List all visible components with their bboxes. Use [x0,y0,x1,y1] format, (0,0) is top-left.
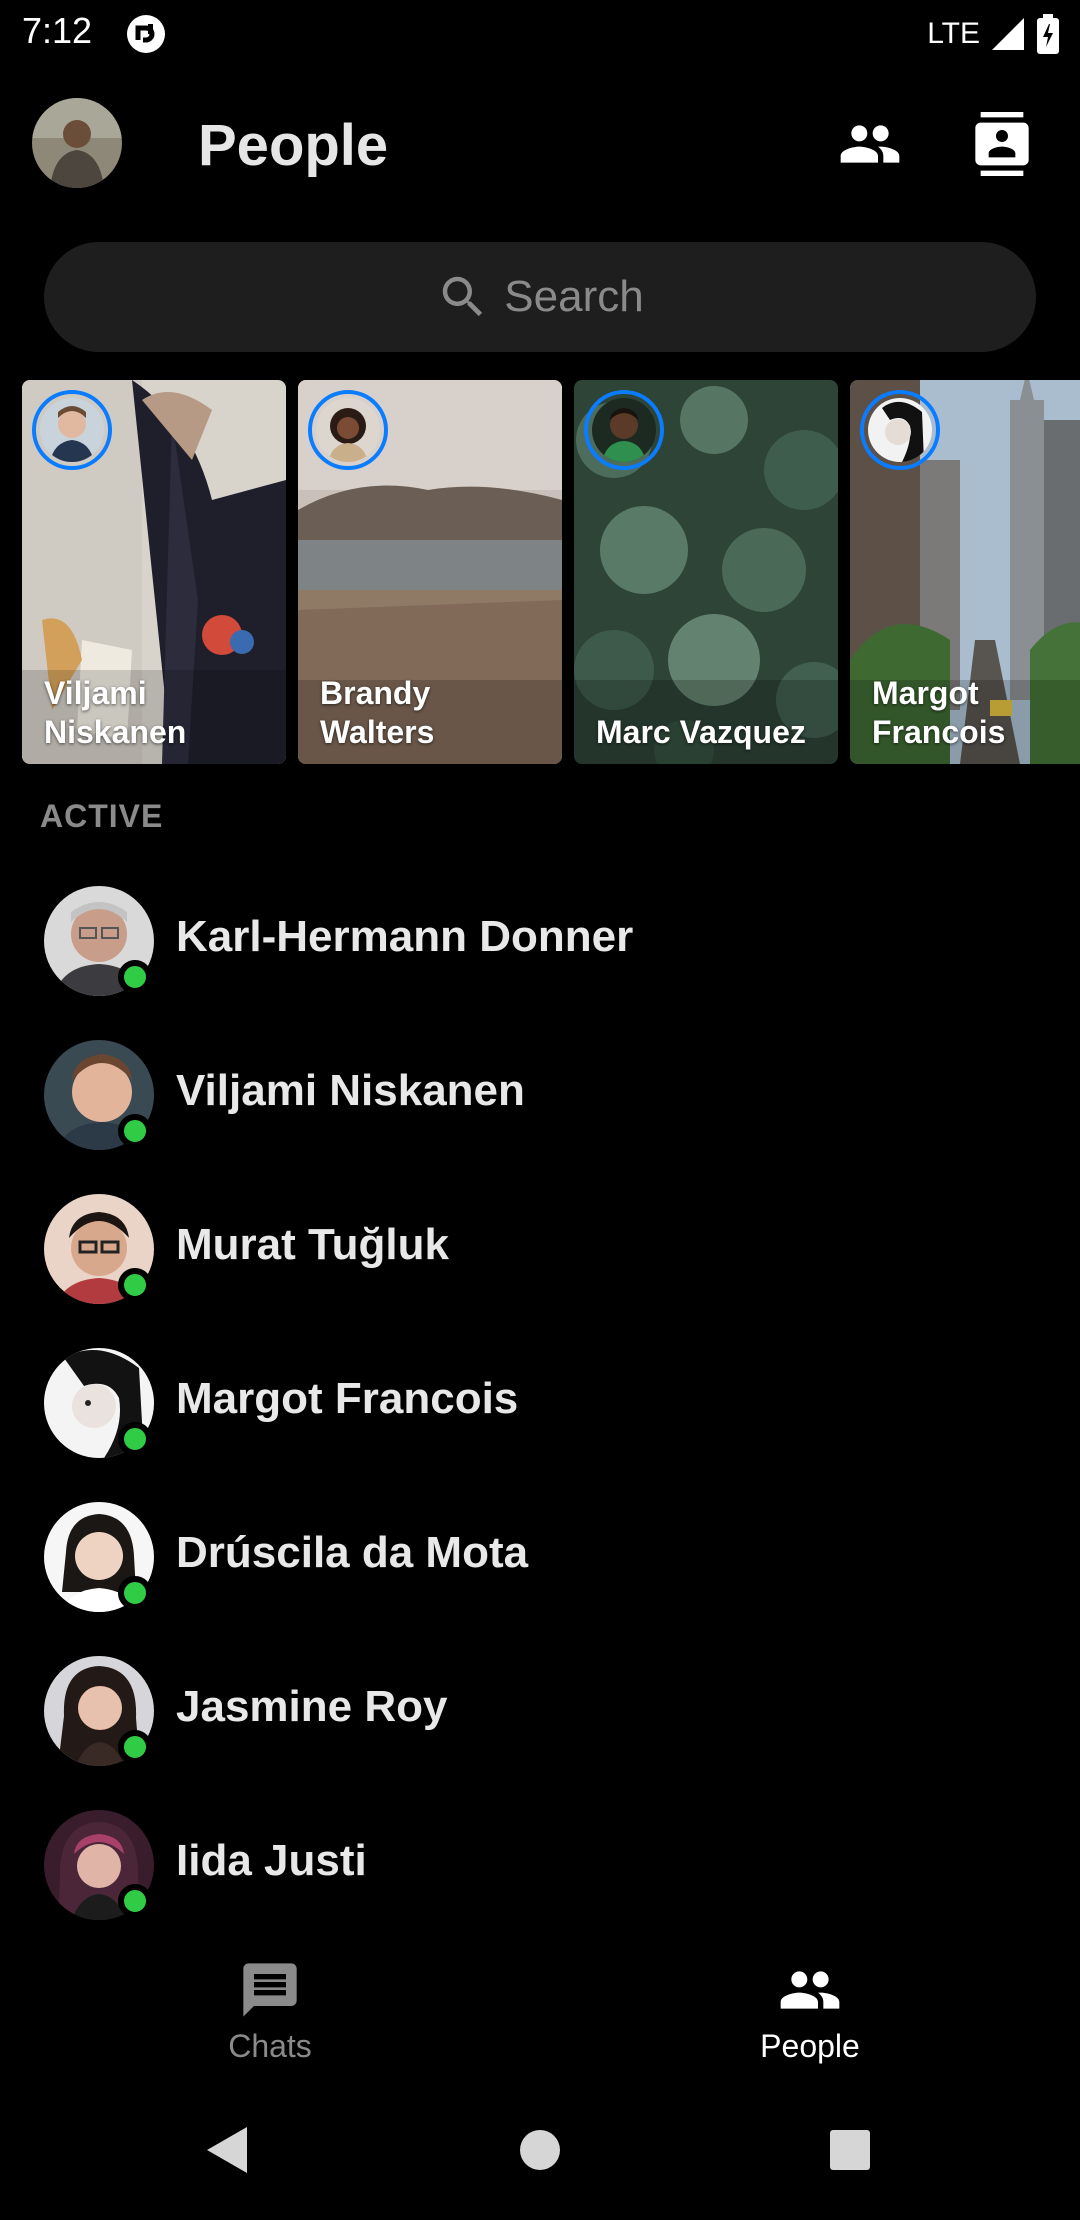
list-item[interactable]: Karl-Hermann Donner [0,878,1080,1032]
tab-chats[interactable]: Chats [120,1958,420,2068]
people-icon [780,1971,840,2009]
story-avatar [584,390,664,470]
signal-icon [992,18,1024,50]
status-right: LTE [927,12,1060,56]
stories-carousel[interactable]: Viljami Niskanen Brandy Walters Marc Vaz… [22,380,1080,764]
online-indicator [118,1114,152,1148]
story-name: Viljami Niskanen [44,675,187,750]
list-item[interactable]: Margot Francois [0,1340,1080,1494]
tab-chats-label: Chats [228,2028,312,2064]
story-name: Brandy Walters [320,675,435,750]
recents-button[interactable] [820,2120,880,2180]
contacts-icon [975,112,1029,176]
story-avatar-photo [868,398,932,462]
story-name: Margot Francois [872,675,1006,750]
search-input[interactable]: Search [44,242,1036,352]
person-name: Iida Justi [176,1836,367,1885]
story-avatar [32,390,112,470]
person-name: Murat Tuğluk [176,1220,449,1269]
online-indicator [118,1576,152,1610]
people-button[interactable] [832,106,908,182]
story-avatar [860,390,940,470]
online-indicator [118,1730,152,1764]
profile-avatar[interactable] [32,98,122,188]
story-avatar-photo [316,398,380,462]
list-item[interactable]: Jasmine Roy [0,1648,1080,1802]
search-icon [443,276,483,317]
person-name: Jasmine Roy [176,1682,448,1731]
story-avatar-photo [592,398,656,462]
page-title: People [198,113,389,178]
story-card[interactable]: Viljami Niskanen [22,380,286,764]
app-notification-icon [127,15,165,53]
battery-icon [1037,14,1059,54]
story-name: Marc Vazquez [596,714,806,750]
person-name: Karl-Hermann Donner [176,912,634,961]
contacts-button[interactable] [964,106,1040,182]
person-name: Margot Francois [176,1374,519,1423]
online-indicator [118,1268,152,1302]
tab-people-label: People [760,2028,860,2064]
story-avatar [308,390,388,470]
story-card[interactable]: Margot Francois [850,380,1080,764]
tab-people[interactable]: People [660,1958,960,2068]
online-indicator [118,960,152,994]
online-indicator [118,1884,152,1918]
back-icon [207,2127,247,2173]
active-section-label: ACTIVE [40,798,164,834]
chats-icon [243,1963,297,2017]
status-bar: 7:12 LTE [0,0,1080,66]
recents-icon [830,2130,870,2170]
online-indicator [118,1422,152,1456]
story-avatar-photo [40,398,104,462]
story-card[interactable]: Marc Vazquez [574,380,838,764]
bottom-nav: Chats People [0,1938,1080,2078]
people-icon [840,125,900,163]
list-item[interactable]: Murat Tuğluk [0,1186,1080,1340]
back-button[interactable] [196,2120,256,2180]
home-button[interactable] [510,2120,570,2180]
story-card[interactable]: Brandy Walters [298,380,562,764]
system-navigation-bar [0,2090,1080,2220]
list-item[interactable]: Viljami Niskanen [0,1032,1080,1186]
list-item[interactable]: Iida Justi [0,1802,1080,1956]
list-item[interactable]: Drúscila da Mota [0,1494,1080,1648]
search-placeholder: Search [504,272,644,321]
home-icon [520,2130,560,2170]
person-name: Viljami Niskanen [176,1066,525,1115]
header: People [0,86,1080,202]
status-time: 7:12 [22,10,93,51]
network-type: LTE [927,17,980,50]
profile-photo [32,98,122,188]
person-name: Drúscila da Mota [176,1528,529,1577]
